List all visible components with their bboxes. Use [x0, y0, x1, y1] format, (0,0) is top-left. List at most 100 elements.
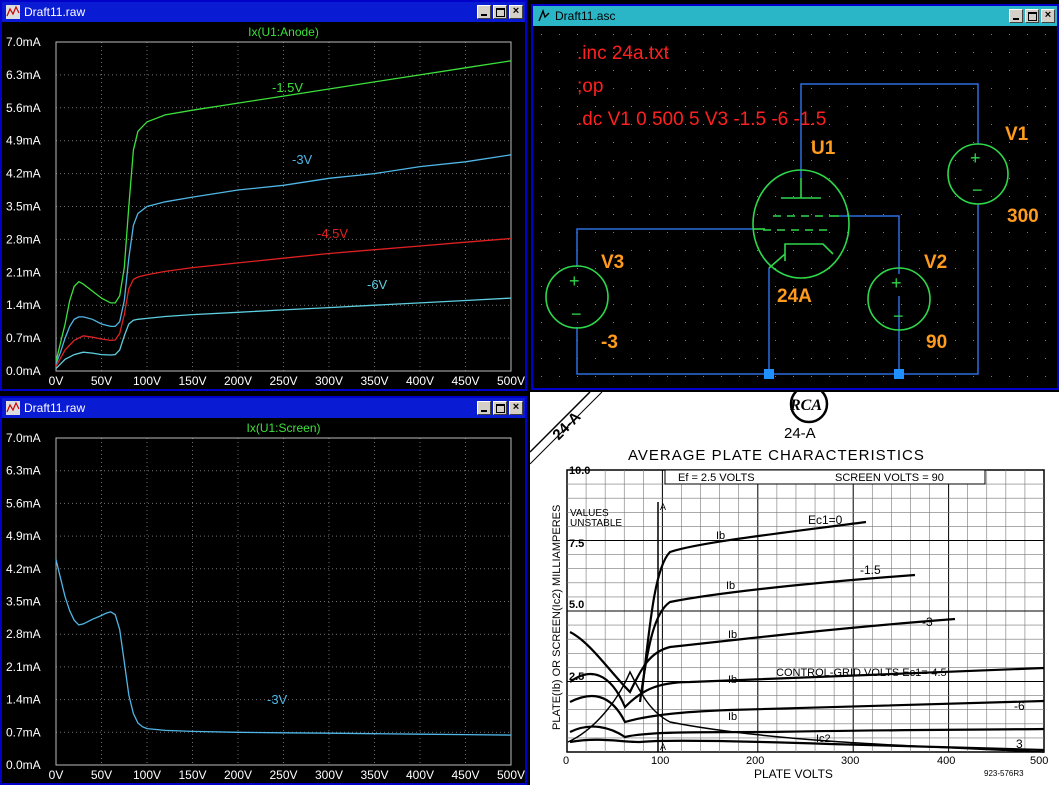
x-tick-label: 0V	[49, 768, 64, 782]
v2-plus: +	[891, 273, 902, 293]
schematic-window-icon	[538, 9, 550, 22]
datasheet-x-label: PLATE VOLTS	[754, 767, 833, 781]
datasheet-y-label: PLATE(Ib) OR SCREEN(Ic2) MILLIAMPERES	[551, 505, 563, 730]
plot-background	[2, 418, 525, 783]
screen-current-chart[interactable]: 0V 50V 100V 150V 200V 250V 300V 350V 400V 450V 500…	[2, 418, 525, 783]
tube-name: 24-A	[784, 425, 816, 442]
svg-text:UNSTABLE: UNSTABLE	[570, 518, 622, 529]
v3-ref[interactable]: V3	[601, 252, 624, 273]
junction-dot	[894, 369, 904, 379]
trace-title[interactable]: Ix(U1:Screen)	[246, 421, 320, 435]
tube-ref[interactable]: U1	[811, 138, 836, 159]
x-tick-label: 150V	[178, 374, 206, 388]
svg-text:A: A	[660, 502, 666, 512]
trace-label: -3V	[267, 692, 288, 707]
svg-text:Ic2: Ic2	[816, 733, 831, 745]
schematic-window[interactable]: Draft11.asc × .inc 24a.txt ;op .dc V1 0 …	[531, 4, 1059, 390]
y-tick-label: 0.7mA	[6, 725, 41, 739]
x-tick-label: 50V	[91, 768, 112, 782]
x-tick-label: 100V	[133, 768, 161, 782]
close-button[interactable]: ×	[509, 401, 523, 415]
x-tick-label: 400V	[406, 374, 434, 388]
v3-value[interactable]: -3	[601, 332, 618, 353]
tube-value[interactable]: 24A	[777, 286, 812, 307]
schematic-window-title: Draft11.asc	[555, 9, 616, 23]
svg-text:Ib: Ib	[716, 530, 725, 542]
close-button[interactable]: ×	[1041, 9, 1055, 23]
x-tick-label: 300V	[315, 768, 343, 782]
close-button[interactable]: ×	[509, 5, 523, 19]
y-tick-label: 2.8mA	[6, 627, 41, 641]
maximize-button[interactable]	[493, 5, 507, 19]
y-tick-label: 1.4mA	[6, 693, 41, 707]
trace-label: -3V	[292, 152, 313, 167]
v2-minus: −	[893, 306, 904, 326]
x-tick-label: 0V	[49, 374, 64, 388]
datasheet-code: 923-576R3	[984, 769, 1024, 778]
svg-text:10.0: 10.0	[569, 465, 590, 477]
v3-minus: −	[571, 304, 582, 324]
y-tick-label: 0.0mA	[6, 364, 41, 378]
y-tick-label: 0.7mA	[6, 331, 41, 345]
y-tick-label: 3.5mA	[6, 200, 41, 214]
v1-ref[interactable]: V1	[1005, 124, 1029, 145]
minimize-button[interactable]	[477, 5, 491, 19]
schematic-canvas[interactable]: .inc 24a.txt ;op .dc V1 0 500 5 V3 -1.5 …	[533, 26, 1057, 388]
anode-plot-window[interactable]: Draft11.raw × 0V 50V 100V 150V 200V 250V 300V 3…	[0, 0, 527, 391]
directive-inc[interactable]: .inc 24a.txt	[577, 43, 670, 64]
minimize-button[interactable]	[1009, 9, 1023, 23]
datasheet-image: 24-A RCA 24-A AVERAGE PLATE CHARACTERIST…	[530, 392, 1059, 785]
svg-text:200: 200	[746, 755, 764, 767]
v2-ref[interactable]: V2	[924, 252, 947, 273]
y-tick-label: 4.2mA	[6, 562, 41, 576]
anode-window-title: Draft11.raw	[24, 5, 86, 19]
trace-label: -4.5V	[317, 226, 348, 241]
svg-text:A: A	[660, 742, 666, 752]
x-tick-label: 200V	[224, 768, 252, 782]
svg-text:400: 400	[937, 755, 955, 767]
y-tick-label: 5.6mA	[6, 101, 41, 115]
y-tick-label: 7.0mA	[6, 35, 41, 49]
x-tick-label: 400V	[406, 768, 434, 782]
v1-value[interactable]: 300	[1007, 206, 1039, 227]
screen-window-titlebar[interactable]: Draft11.raw ×	[2, 398, 525, 418]
x-tick-label: 450V	[451, 374, 479, 388]
x-tick-label: 50V	[91, 374, 112, 388]
x-tick-label: 300V	[315, 374, 343, 388]
y-tick-label: 0.0mA	[6, 758, 41, 772]
anode-window-titlebar[interactable]: Draft11.raw ×	[2, 2, 525, 22]
y-tick-label: 2.1mA	[6, 660, 41, 674]
x-tick-label: 250V	[269, 768, 297, 782]
trace-title[interactable]: Ix(U1:Anode)	[248, 25, 319, 39]
svg-text:CONTROL-GRID VOLTS Ec1=-4.5: CONTROL-GRID VOLTS Ec1=-4.5	[776, 667, 947, 679]
anode-current-chart[interactable]: 0V 50V 100V 150V 200V 250V 300V 350V 400V 450V 500…	[2, 22, 525, 389]
x-tick-label: 350V	[360, 374, 388, 388]
maximize-button[interactable]	[493, 401, 507, 415]
x-tick-label: 500V	[497, 768, 525, 782]
svg-text:3: 3	[1016, 737, 1023, 751]
directive-op[interactable]: ;op	[577, 76, 603, 97]
schematic-window-titlebar[interactable]: Draft11.asc ×	[533, 6, 1057, 26]
svg-text:5.0: 5.0	[569, 599, 584, 611]
x-tick-label: 200V	[224, 374, 252, 388]
x-tick-label: 450V	[451, 768, 479, 782]
x-tick-label: 350V	[360, 768, 388, 782]
svg-text:Ib: Ib	[728, 674, 737, 686]
v3-plus: +	[569, 271, 580, 291]
y-tick-label: 4.9mA	[6, 134, 41, 148]
y-tick-label: 5.6mA	[6, 496, 41, 510]
x-tick-label: 500V	[497, 374, 525, 388]
plot-background	[2, 22, 525, 389]
svg-text:7.5: 7.5	[569, 538, 584, 550]
x-tick-label: 100V	[133, 374, 161, 388]
y-tick-label: 2.1mA	[6, 265, 41, 279]
y-tick-label: 2.8mA	[6, 232, 41, 246]
directive-dc[interactable]: .dc V1 0 500 5 V3 -1.5 -6 -1.5	[577, 109, 826, 130]
maximize-button[interactable]	[1025, 9, 1039, 23]
v1-minus: −	[972, 180, 983, 200]
y-tick-label: 4.2mA	[6, 167, 41, 181]
minimize-button[interactable]	[477, 401, 491, 415]
y-tick-label: 6.3mA	[6, 464, 41, 478]
v2-value[interactable]: 90	[926, 332, 947, 353]
screen-plot-window[interactable]: Draft11.raw × 0V 50V 100V 150V 200V 250V 300V 3…	[0, 396, 527, 785]
